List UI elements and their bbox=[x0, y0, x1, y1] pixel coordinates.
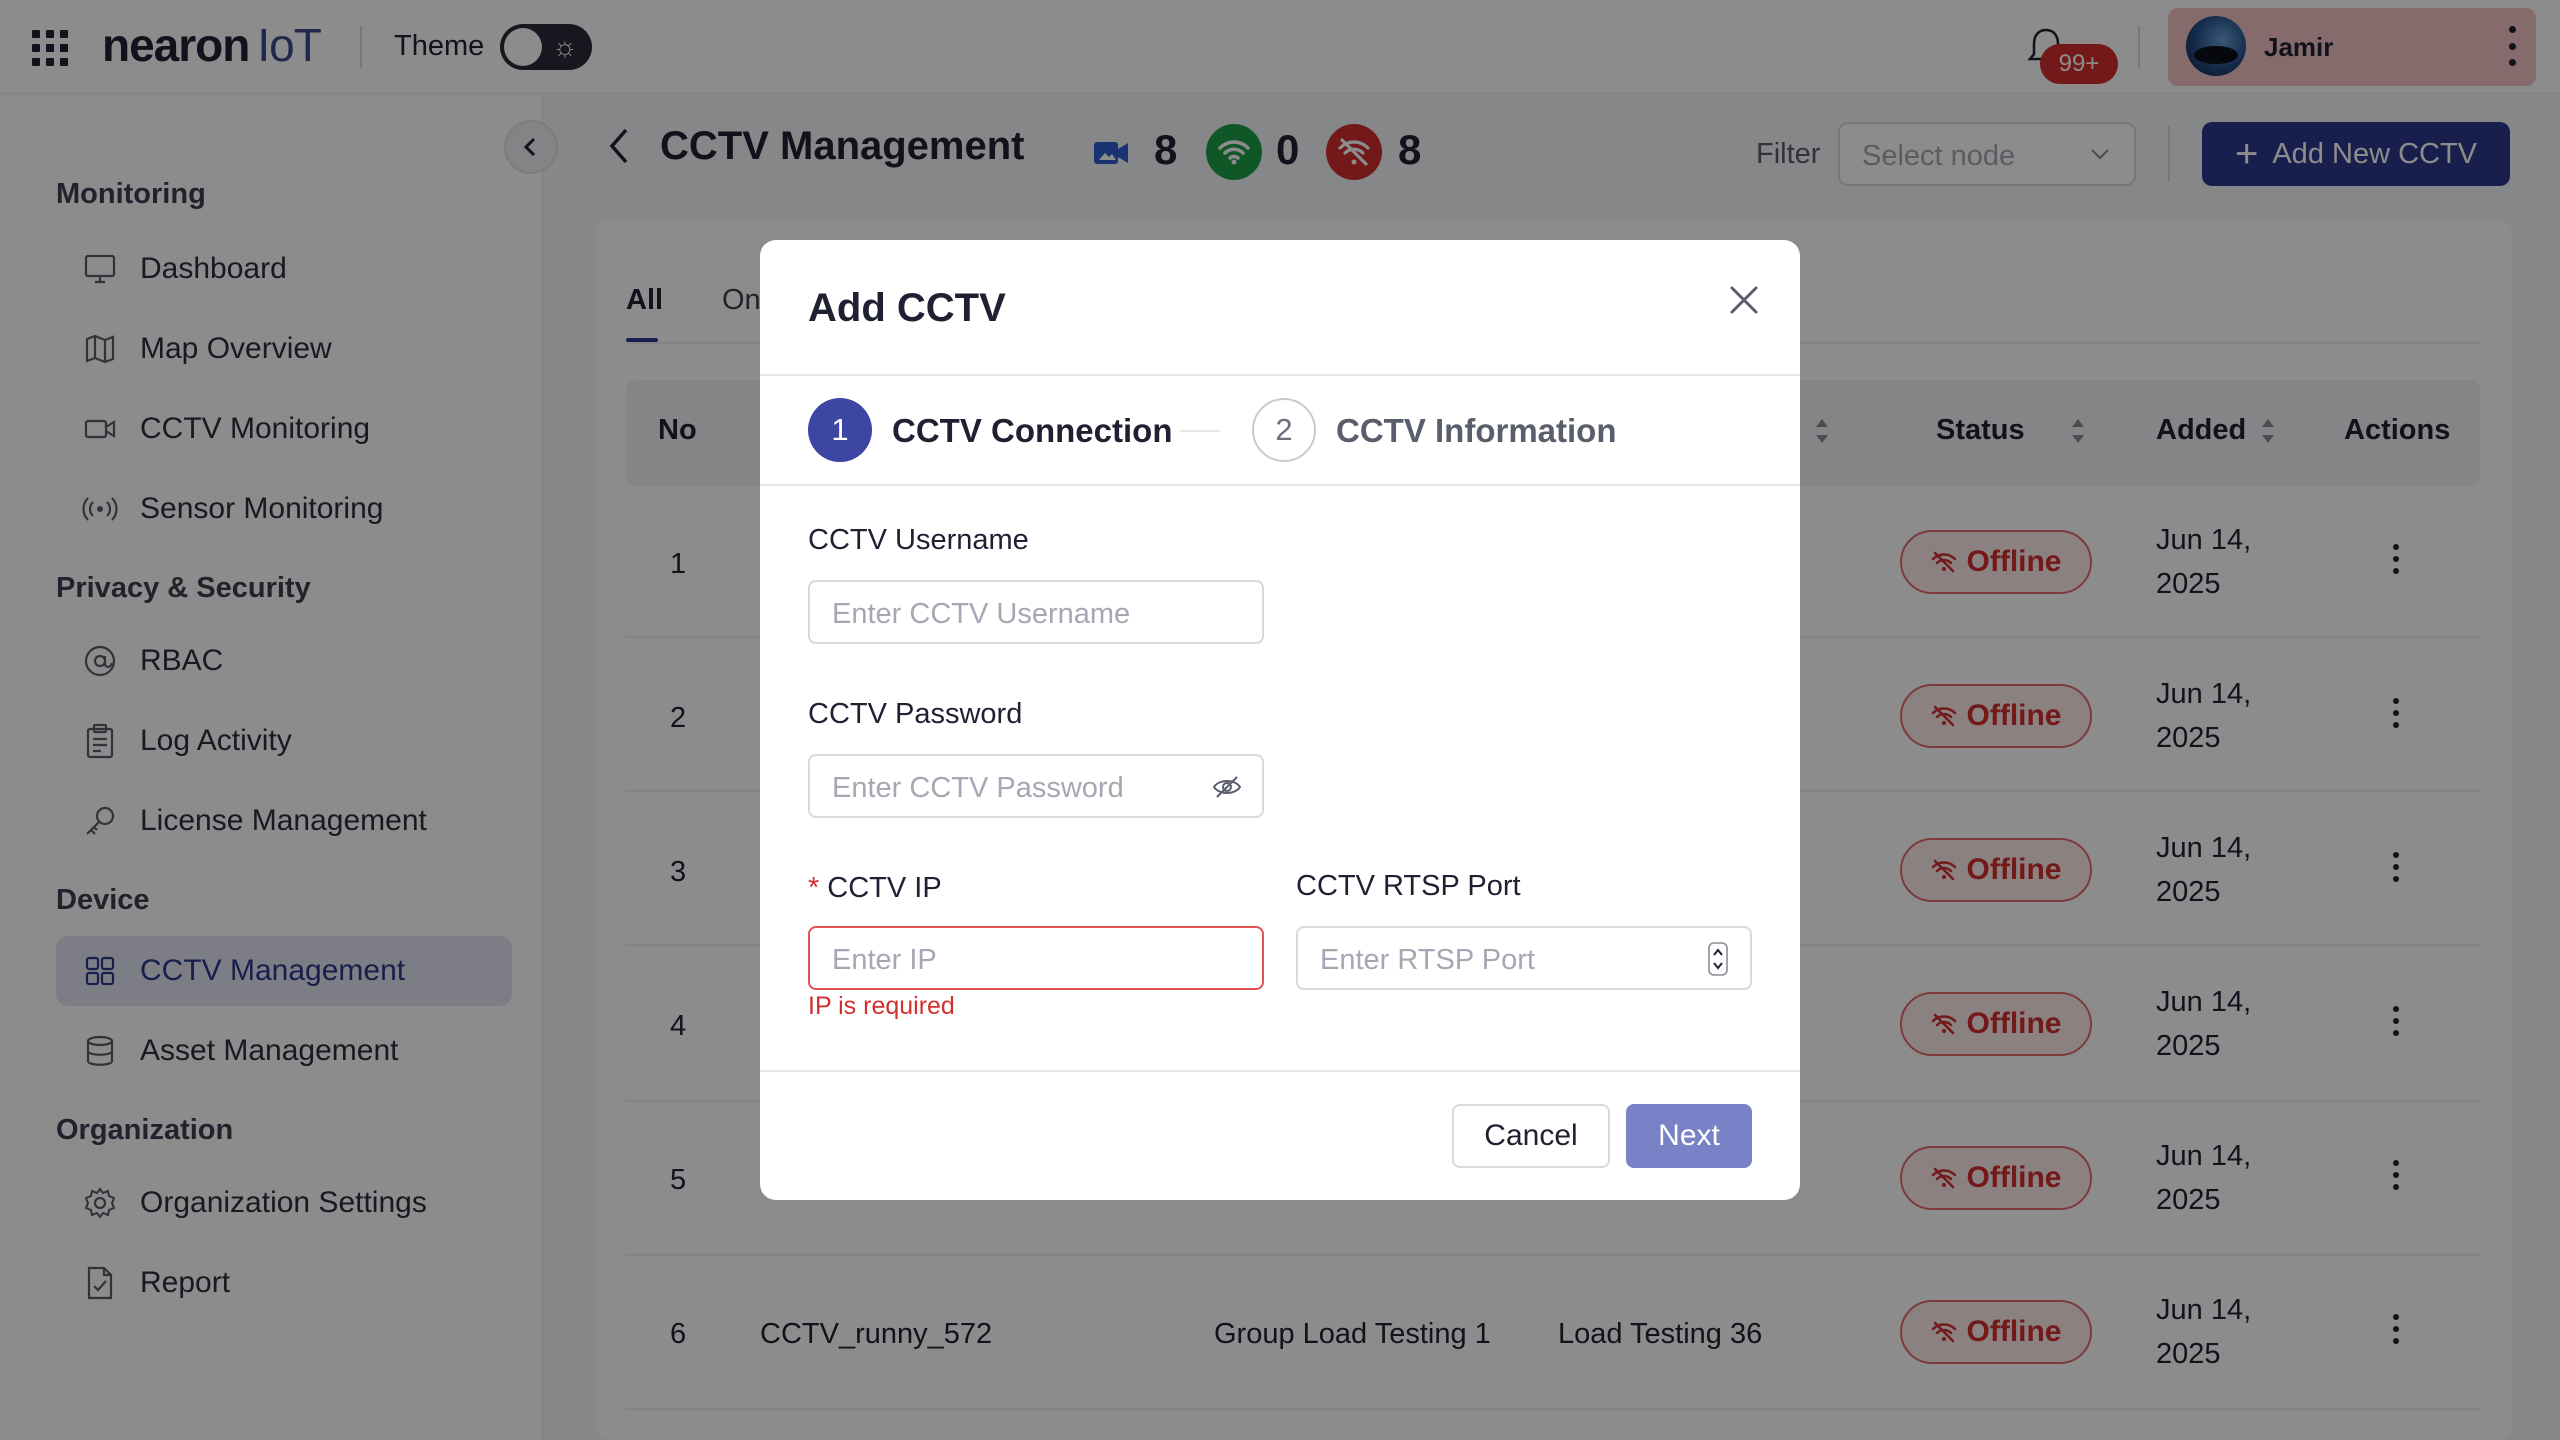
modal-divider bbox=[760, 374, 1800, 376]
ip-label: * CCTV IP bbox=[808, 872, 942, 904]
modal-divider bbox=[760, 484, 1800, 486]
input-placeholder: Enter CCTV Password bbox=[832, 772, 1124, 804]
cctv-rtsp-port-input[interactable]: Enter RTSP Port bbox=[1296, 926, 1752, 990]
step-2-label: CCTV Information bbox=[1336, 412, 1617, 449]
step-1-label: CCTV Connection bbox=[892, 412, 1173, 449]
rtsp-port-label: CCTV RTSP Port bbox=[1296, 870, 1521, 902]
cctv-password-input[interactable]: Enter CCTV Password bbox=[808, 754, 1264, 818]
ip-error-message: IP is required bbox=[808, 992, 955, 1020]
input-placeholder: Enter CCTV Username bbox=[832, 598, 1131, 630]
cancel-button[interactable]: Cancel bbox=[1452, 1104, 1610, 1168]
input-placeholder: Enter IP bbox=[832, 944, 937, 976]
step-1-indicator: 1 bbox=[808, 398, 872, 462]
step-2-indicator: 2 bbox=[1252, 398, 1316, 462]
close-icon[interactable] bbox=[1726, 282, 1762, 318]
add-cctv-modal: Add CCTV 1 CCTV Connection 2 CCTV Inform… bbox=[760, 240, 1800, 1200]
input-placeholder: Enter RTSP Port bbox=[1320, 944, 1535, 976]
cctv-username-input[interactable]: Enter CCTV Username bbox=[808, 580, 1264, 644]
modal-title: Add CCTV bbox=[808, 286, 1006, 330]
cctv-ip-input[interactable]: Enter IP bbox=[808, 926, 1264, 990]
password-label: CCTV Password bbox=[808, 698, 1023, 730]
modal-divider bbox=[760, 1070, 1800, 1072]
eye-off-icon[interactable] bbox=[1212, 774, 1242, 800]
required-indicator: * bbox=[808, 872, 820, 904]
next-button[interactable]: Next bbox=[1626, 1104, 1752, 1168]
step-connector bbox=[1180, 430, 1220, 432]
username-label: CCTV Username bbox=[808, 524, 1029, 556]
number-stepper-icon[interactable] bbox=[1708, 942, 1728, 976]
